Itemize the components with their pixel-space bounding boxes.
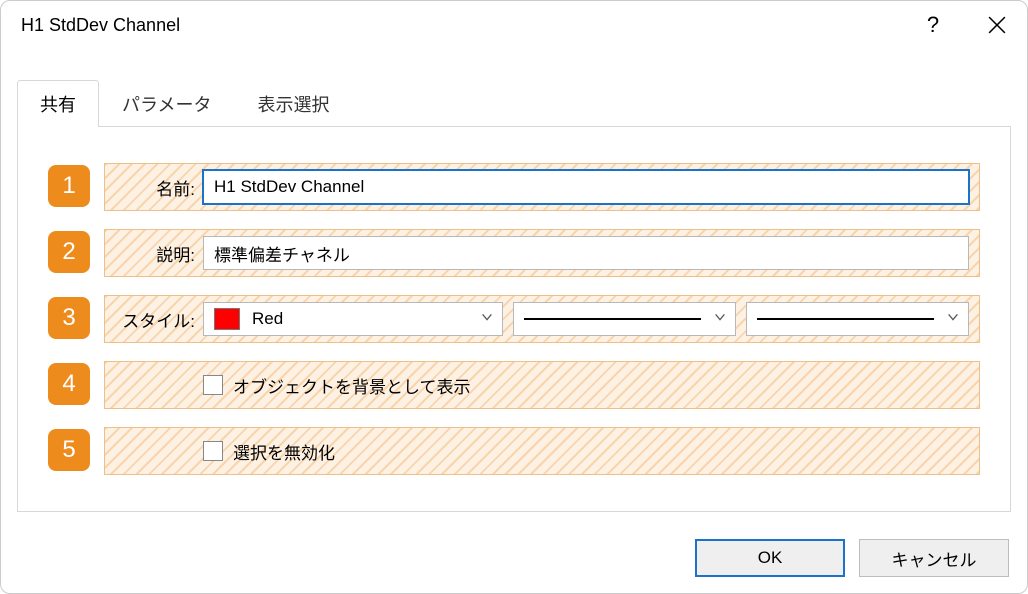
disable-selection-control: 選択を無効化 xyxy=(105,439,335,464)
line-width-sample xyxy=(757,318,934,320)
row-name: 1 名前: H1 StdDev Channel xyxy=(48,163,980,211)
draw-as-background-label: オブジェクトを背景として表示 xyxy=(233,373,471,398)
chevron-down-icon xyxy=(713,310,727,329)
line-style-combo[interactable] xyxy=(513,302,736,336)
style-controls: Red xyxy=(203,302,979,336)
chevron-down-icon xyxy=(480,310,494,329)
row-draw-as-background: 4 オブジェクトを背景として表示 xyxy=(48,361,980,409)
tab-visibility-label: 表示選択 xyxy=(257,95,329,115)
row-draw-as-background-strip: オブジェクトを背景として表示 xyxy=(104,361,980,409)
badge-4: 4 xyxy=(48,363,90,405)
name-input-value: H1 StdDev Channel xyxy=(214,177,364,197)
tab-panel-common: 1 名前: H1 StdDev Channel 2 説明: 標準偏差チャネル 3… xyxy=(17,126,1011,512)
tab-parameters[interactable]: パラメータ xyxy=(99,80,234,127)
description-label: 説明: xyxy=(105,241,203,266)
tab-common[interactable]: 共有 xyxy=(17,80,99,127)
color-name: Red xyxy=(252,309,283,329)
window-title: H1 StdDev Channel xyxy=(21,15,903,36)
badge-5: 5 xyxy=(48,429,90,471)
dialog-body: 共有 パラメータ 表示選択 1 名前: H1 StdDev Channel 2 … xyxy=(1,49,1027,526)
tab-visibility[interactable]: 表示選択 xyxy=(234,80,352,127)
ok-button-label: OK xyxy=(758,548,783,568)
dialog-window: H1 StdDev Channel ? 共有 パラメータ 表示選択 1 名前: … xyxy=(0,0,1028,594)
row-style: 3 スタイル: Red xyxy=(48,295,980,343)
tab-parameters-label: パラメータ xyxy=(122,95,211,115)
line-width-combo[interactable] xyxy=(746,302,969,336)
badge-1: 1 xyxy=(48,165,90,207)
row-name-strip: 名前: H1 StdDev Channel xyxy=(104,163,980,211)
line-style-sample xyxy=(524,318,701,320)
row-disable-selection: 5 選択を無効化 xyxy=(48,427,980,475)
description-input-value: 標準偏差チャネル xyxy=(214,241,350,266)
row-description-strip: 説明: 標準偏差チャネル xyxy=(104,229,980,277)
dialog-footer: OK キャンセル xyxy=(695,539,1009,577)
row-description: 2 説明: 標準偏差チャネル xyxy=(48,229,980,277)
disable-selection-checkbox[interactable] xyxy=(203,441,223,461)
cancel-button-label: キャンセル xyxy=(892,546,977,571)
close-icon xyxy=(988,16,1006,34)
badge-3: 3 xyxy=(48,297,90,339)
ok-button[interactable]: OK xyxy=(695,539,845,577)
color-swatch xyxy=(214,308,240,330)
row-disable-selection-strip: 選択を無効化 xyxy=(104,427,980,475)
draw-as-background-checkbox[interactable] xyxy=(203,375,223,395)
disable-selection-label: 選択を無効化 xyxy=(233,439,335,464)
style-label: スタイル: xyxy=(105,307,203,332)
color-combo[interactable]: Red xyxy=(203,302,503,336)
description-input[interactable]: 標準偏差チャネル xyxy=(203,236,969,270)
help-button[interactable]: ? xyxy=(903,1,963,49)
badge-2: 2 xyxy=(48,231,90,273)
name-label: 名前: xyxy=(105,175,203,200)
titlebar: H1 StdDev Channel ? xyxy=(1,1,1027,49)
close-button[interactable] xyxy=(967,1,1027,49)
row-style-strip: スタイル: Red xyxy=(104,295,980,343)
tab-common-label: 共有 xyxy=(40,95,76,115)
chevron-down-icon xyxy=(946,310,960,329)
tab-bar: 共有 パラメータ 表示選択 xyxy=(17,79,1011,126)
draw-as-background-control: オブジェクトを背景として表示 xyxy=(105,373,471,398)
cancel-button[interactable]: キャンセル xyxy=(859,539,1009,577)
name-input[interactable]: H1 StdDev Channel xyxy=(203,170,969,204)
